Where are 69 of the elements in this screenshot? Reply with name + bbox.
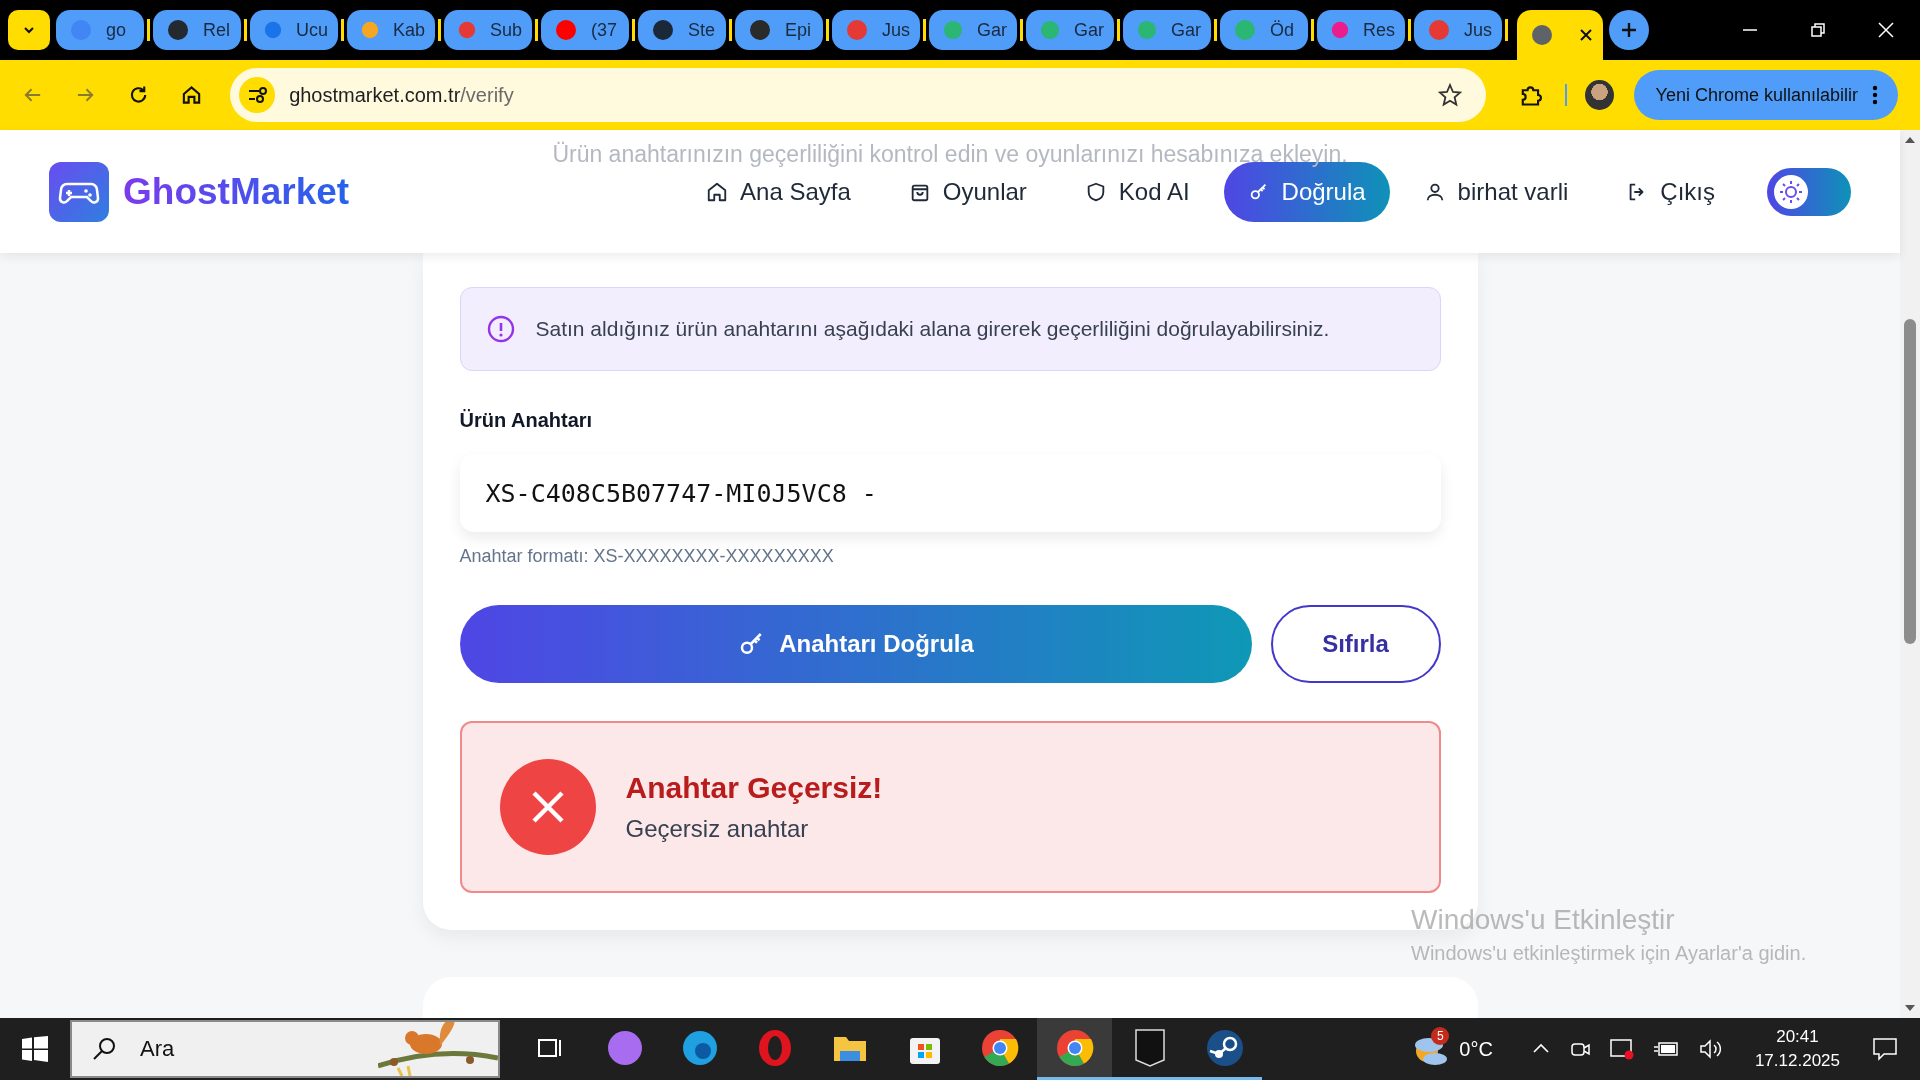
shield-icon — [1132, 1027, 1167, 1068]
browser-tab[interactable]: Res — [1317, 10, 1405, 50]
scrollbar-thumb[interactable] — [1904, 319, 1916, 644]
browser-tab[interactable]: Rel — [153, 10, 241, 50]
notification-badge: 5 — [1431, 1027, 1450, 1045]
browser-tab[interactable]: Öd — [1220, 10, 1308, 50]
browser-tab[interactable]: Gar — [1026, 10, 1114, 50]
more-icon — [1872, 85, 1878, 105]
taskbar-app[interactable] — [1037, 1018, 1112, 1080]
app-icon — [1205, 1028, 1244, 1067]
clock-time[interactable]: 20:41 — [1776, 1027, 1819, 1047]
browser-icon — [1055, 1028, 1094, 1067]
scroll-up-icon[interactable] — [1904, 136, 1916, 144]
search-icon — [92, 1036, 118, 1062]
restore-icon[interactable] — [1810, 22, 1826, 38]
browser-tab[interactable]: Ste — [638, 10, 726, 50]
scroll-down-icon[interactable] — [1904, 1004, 1916, 1012]
browser-tab[interactable]: Sub — [444, 10, 532, 50]
sync-icon[interactable] — [1608, 1037, 1635, 1061]
update-button[interactable]: Yeni Chrome kullanılabilir — [1633, 70, 1898, 120]
taskbar-search-field[interactable]: Ara — [70, 1020, 500, 1078]
address-bar[interactable]: ghostmarket.com.tr/verify — [230, 68, 1487, 122]
browser-icon — [680, 1028, 719, 1067]
app-icon — [605, 1028, 644, 1067]
bookmark-star-icon[interactable] — [1438, 83, 1463, 107]
home-icon[interactable] — [181, 84, 203, 106]
volume-icon[interactable] — [1698, 1038, 1723, 1060]
site-settings-icon[interactable] — [239, 77, 276, 113]
battery-icon[interactable] — [1652, 1039, 1681, 1059]
error-title: Anahtar Geçersiz! — [625, 771, 883, 805]
profile-avatar[interactable] — [1584, 80, 1614, 110]
browser-tab[interactable] — [1517, 10, 1603, 60]
browser-tab[interactable]: (37 — [541, 10, 629, 50]
field-label: Ürün Anahtarı — [459, 409, 594, 432]
logo-icon[interactable] — [49, 161, 109, 222]
home-icon — [706, 180, 729, 203]
browser-icon — [980, 1028, 1019, 1067]
url-text: ghostmarket.com.tr/verify — [289, 83, 514, 107]
notice-text: Satın aldığınız ürün anahtarını aşağıdaki alana girerek geçerliliğini doğrulayabilirsiniz. — [535, 317, 1330, 341]
error-icon — [499, 759, 596, 855]
format-hint: Anahtar formatı: XS-XXXXXXXX-XXXXXXXXX — [459, 546, 835, 567]
plus-icon — [1620, 21, 1638, 39]
browser-tab[interactable]: Kab — [347, 10, 435, 50]
new-tab-button[interactable] — [1609, 10, 1649, 50]
sun-icon — [1773, 173, 1809, 210]
key-input-field[interactable]: XS-C408C5B07747-MI0J5VC8 - — [459, 454, 1441, 532]
scrollbar[interactable] — [1900, 130, 1920, 1018]
nav-link[interactable]: birhat varli — [1399, 161, 1593, 222]
theme-toggle[interactable] — [1767, 167, 1851, 216]
browser-tab[interactable]: go — [56, 10, 144, 50]
temperature-text: 0°C — [1459, 1037, 1493, 1061]
notifications-icon[interactable] — [1872, 1036, 1898, 1062]
tab-search-button[interactable] — [8, 10, 50, 50]
reset-button[interactable]: Sıfırla — [1270, 605, 1441, 683]
activation-title: Windows'u Etkinleştir — [1411, 904, 1676, 936]
error-message: Geçersiz anahtar — [625, 815, 810, 843]
start-icon[interactable] — [22, 1036, 48, 1062]
browser-tab[interactable]: Jus — [1414, 10, 1502, 50]
close-icon[interactable] — [1579, 28, 1593, 42]
browser-tab[interactable]: Gar — [1123, 10, 1211, 50]
activation-message: Windows'u etkinleştirmek için Ayarlar'a gidin. — [1411, 942, 1807, 965]
browser-tab[interactable]: Ucu — [250, 10, 338, 50]
browser-tab[interactable]: Gar — [929, 10, 1017, 50]
clock-date[interactable]: 17.12.2025 — [1754, 1051, 1840, 1071]
browser-tab[interactable]: Epi — [735, 10, 823, 50]
verify-button[interactable]: Anahtarı Doğrula — [459, 605, 1252, 683]
info-icon — [485, 314, 516, 344]
nav-link[interactable]: Çıkış — [1602, 161, 1739, 222]
browser-tab[interactable]: Jus — [832, 10, 920, 50]
